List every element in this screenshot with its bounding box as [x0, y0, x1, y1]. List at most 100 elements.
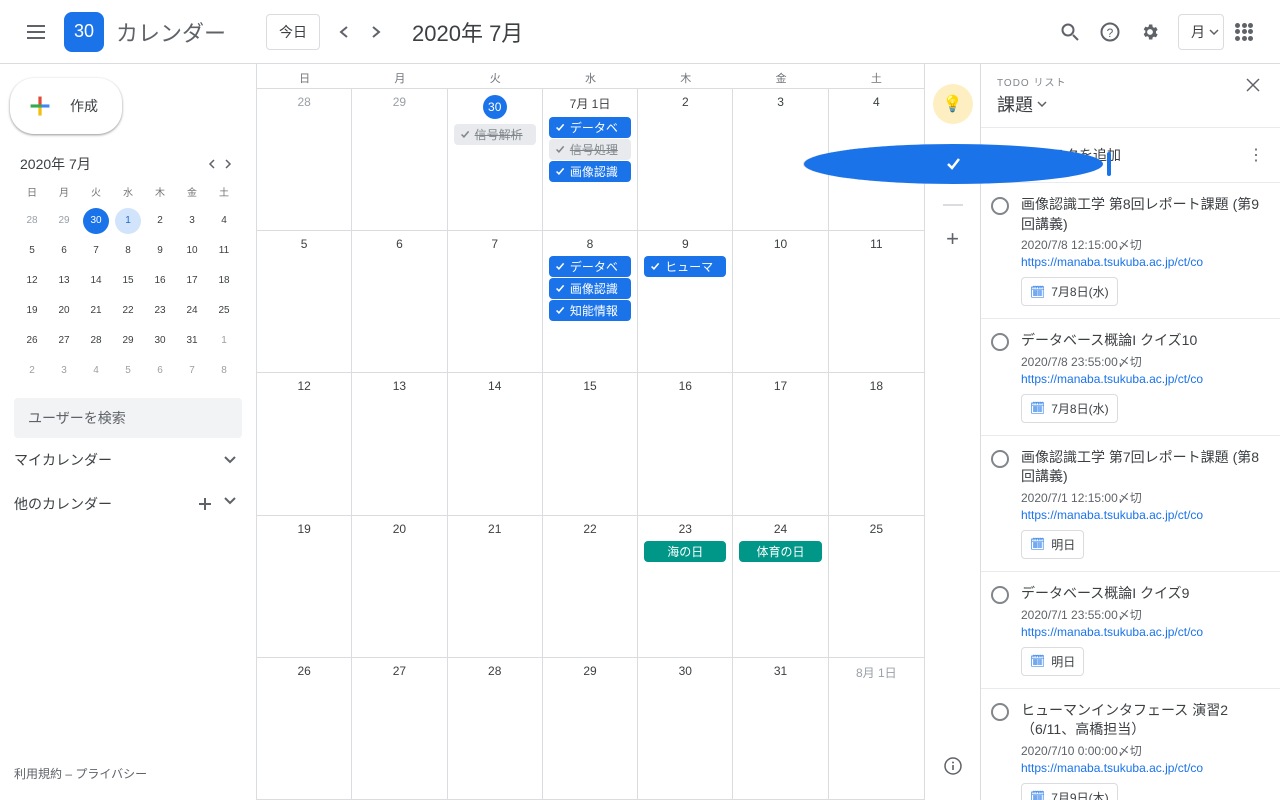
tasks-button[interactable]: [803, 144, 1103, 184]
mini-day[interactable]: 17: [179, 268, 205, 294]
day-cell[interactable]: 18: [829, 373, 924, 514]
task-item[interactable]: データベース概論I クイズ102020/7/8 23:55:00〆切https:…: [981, 318, 1280, 435]
day-cell[interactable]: 20: [352, 516, 447, 657]
today-button[interactable]: 今日: [266, 14, 320, 50]
mini-day[interactable]: 12: [19, 268, 45, 294]
mini-day[interactable]: 29: [51, 208, 77, 234]
mini-day[interactable]: 22: [115, 298, 141, 324]
day-cell[interactable]: 25: [829, 516, 924, 657]
mini-day[interactable]: 31: [179, 328, 205, 354]
day-cell[interactable]: 28: [448, 658, 543, 799]
mini-next-button[interactable]: [224, 159, 232, 169]
event-chip[interactable]: 体育の日: [739, 541, 821, 562]
mini-day[interactable]: 25: [211, 298, 237, 324]
settings-button[interactable]: [1130, 12, 1170, 52]
prev-month-button[interactable]: [328, 16, 360, 48]
mini-day[interactable]: 4: [83, 358, 109, 384]
task-date-badge[interactable]: 🗓明日: [1021, 647, 1084, 676]
task-date-badge[interactable]: 🗓7月8日(水): [1021, 277, 1118, 306]
mini-day[interactable]: 6: [147, 358, 173, 384]
close-tasks-button[interactable]: [1242, 74, 1264, 96]
mini-day[interactable]: 30: [83, 208, 109, 234]
day-cell[interactable]: 9ヒューマ: [638, 231, 733, 372]
task-date-badge[interactable]: 🗓明日: [1021, 530, 1084, 559]
mini-day[interactable]: 29: [115, 328, 141, 354]
mini-day[interactable]: 5: [115, 358, 141, 384]
rail-add-button[interactable]: +: [946, 226, 959, 252]
mini-day[interactable]: 7: [179, 358, 205, 384]
apps-grid-button[interactable]: [1224, 12, 1264, 52]
rail-info-button[interactable]: [933, 746, 973, 786]
task-item[interactable]: ヒューマンインタフェース 演習2（6/11、高橋担当）2020/7/10 0:0…: [981, 688, 1280, 800]
keep-button[interactable]: 💡: [933, 84, 973, 124]
privacy-link[interactable]: プライバシー: [75, 767, 147, 781]
task-link[interactable]: https://manaba.tsukuba.ac.jp/ct/co: [1021, 625, 1264, 639]
mini-day[interactable]: 11: [211, 238, 237, 264]
task-checkbox[interactable]: [991, 197, 1009, 215]
event-chip[interactable]: 海の日: [644, 541, 726, 562]
day-cell[interactable]: 23海の日: [638, 516, 733, 657]
task-link[interactable]: https://manaba.tsukuba.ac.jp/ct/co: [1021, 761, 1264, 775]
day-cell[interactable]: 8データベ画像認識知能情報: [543, 231, 638, 372]
tasks-more-button[interactable]: ⋮: [1248, 145, 1264, 165]
event-chip[interactable]: 信号解析: [454, 124, 536, 145]
plus-icon[interactable]: [198, 497, 212, 511]
help-button[interactable]: ?: [1090, 12, 1130, 52]
day-cell[interactable]: 17: [733, 373, 828, 514]
mini-day[interactable]: 28: [19, 208, 45, 234]
mini-day[interactable]: 7: [83, 238, 109, 264]
day-cell[interactable]: 5: [257, 231, 352, 372]
task-item[interactable]: データベース概論I クイズ92020/7/1 23:55:00〆切https:/…: [981, 571, 1280, 688]
mini-day[interactable]: 23: [147, 298, 173, 324]
day-cell[interactable]: 8月 1日: [829, 658, 924, 799]
mini-day[interactable]: 3: [179, 208, 205, 234]
mini-day[interactable]: 1: [211, 328, 237, 354]
day-cell[interactable]: 7: [448, 231, 543, 372]
event-chip[interactable]: 画像認識: [549, 278, 631, 299]
next-month-button[interactable]: [360, 16, 392, 48]
day-cell[interactable]: 29: [352, 89, 447, 230]
mini-day[interactable]: 2: [19, 358, 45, 384]
mini-day[interactable]: 16: [147, 268, 173, 294]
day-cell[interactable]: 10: [733, 231, 828, 372]
task-item[interactable]: 画像認識工学 第8回レポート課題 (第9回講義)2020/7/8 12:15:0…: [981, 182, 1280, 318]
mini-day[interactable]: 21: [83, 298, 109, 324]
mini-day[interactable]: 6: [51, 238, 77, 264]
mini-day[interactable]: 14: [83, 268, 109, 294]
mini-day[interactable]: 1: [115, 208, 141, 234]
day-cell[interactable]: 13: [352, 373, 447, 514]
event-chip[interactable]: 知能情報: [549, 300, 631, 321]
create-button[interactable]: 作成: [10, 78, 122, 134]
terms-link[interactable]: 利用規約: [14, 767, 62, 781]
task-link[interactable]: https://manaba.tsukuba.ac.jp/ct/co: [1021, 508, 1264, 522]
day-cell[interactable]: 19: [257, 516, 352, 657]
event-chip[interactable]: データベ: [549, 117, 631, 138]
mini-day[interactable]: 4: [211, 208, 237, 234]
mini-day[interactable]: 30: [147, 328, 173, 354]
mini-day[interactable]: 15: [115, 268, 141, 294]
search-button[interactable]: [1050, 12, 1090, 52]
menu-button[interactable]: [16, 12, 56, 52]
mini-day[interactable]: 26: [19, 328, 45, 354]
day-cell[interactable]: 11: [829, 231, 924, 372]
day-cell[interactable]: 12: [257, 373, 352, 514]
mini-day[interactable]: 3: [51, 358, 77, 384]
day-cell[interactable]: 26: [257, 658, 352, 799]
day-cell[interactable]: 7月 1日データベ信号処理画像認識: [543, 89, 638, 230]
mini-day[interactable]: 10: [179, 238, 205, 264]
mini-day[interactable]: 13: [51, 268, 77, 294]
mini-day[interactable]: 28: [83, 328, 109, 354]
day-cell[interactable]: 30: [638, 658, 733, 799]
mini-day[interactable]: 8: [211, 358, 237, 384]
mini-day[interactable]: 8: [115, 238, 141, 264]
tasks-list-selector[interactable]: 課題: [997, 91, 1242, 117]
mini-day[interactable]: 2: [147, 208, 173, 234]
task-link[interactable]: https://manaba.tsukuba.ac.jp/ct/co: [1021, 372, 1264, 386]
day-cell[interactable]: 14: [448, 373, 543, 514]
task-checkbox[interactable]: [991, 586, 1009, 604]
mini-day[interactable]: 9: [147, 238, 173, 264]
day-cell[interactable]: 15: [543, 373, 638, 514]
mini-day[interactable]: 19: [19, 298, 45, 324]
task-date-badge[interactable]: 🗓7月8日(水): [1021, 394, 1118, 423]
mini-day[interactable]: 24: [179, 298, 205, 324]
